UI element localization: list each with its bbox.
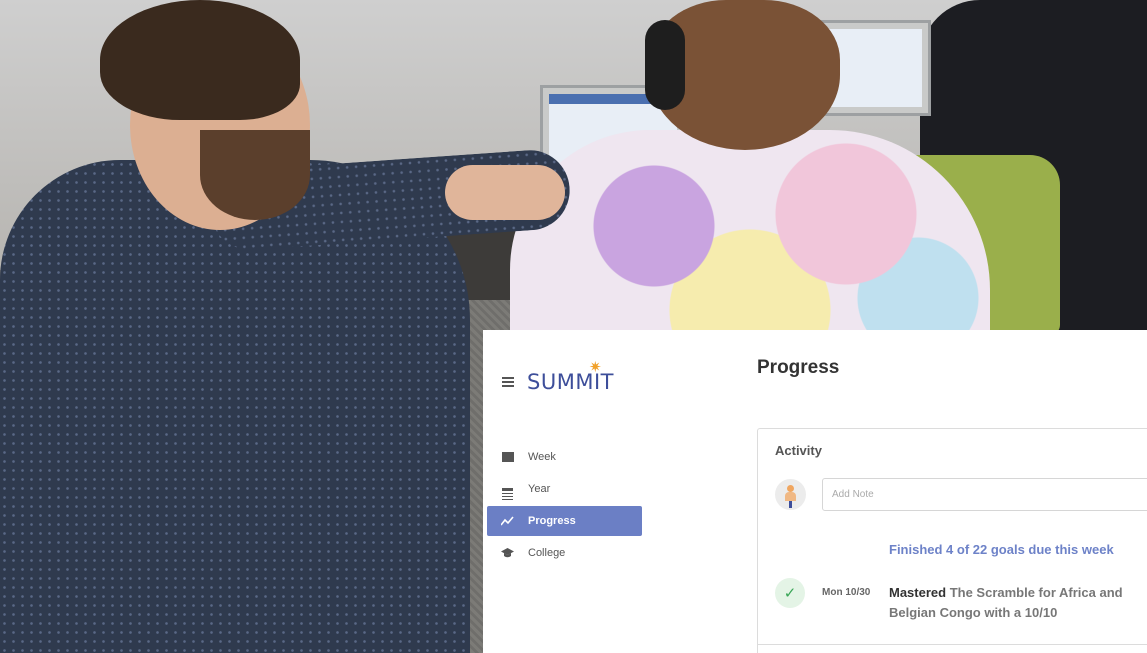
sidebar-nav: Week Year Progress College [487,442,642,570]
activity-date: Mon 10/30 [822,587,871,598]
sidebar-item-progress[interactable]: Progress [487,506,642,536]
goals-summary[interactable]: Finished 4 of 22 goals due this week [889,542,1114,557]
calendar-week-icon [501,451,514,464]
page-title: Progress [757,357,840,378]
sidebar-item-label: Year [528,483,551,495]
teacher-hair [100,0,300,120]
sidebar-item-week[interactable]: Week [487,442,642,472]
list-icon [501,483,514,501]
sidebar-item-label: Week [528,451,556,463]
teacher-beard [200,130,310,220]
teacher-hand [445,165,565,220]
sidebar-item-label: Progress [528,515,576,527]
sun-icon: ✷ [589,359,602,376]
activity-title: Activity [775,443,822,458]
activity-card: Activity Finished 4 of 22 goals due this… [757,428,1147,653]
activity-verb: Mastered [889,585,947,600]
trend-line-icon [501,515,514,528]
headphones [645,20,685,110]
summit-app-panel: SUMMIT ✷ Week Year Progress College Prog… [483,330,1147,653]
activity-text: Mastered The Scramble for Africa and Bel… [889,583,1147,623]
user-avatar [775,479,806,510]
hamburger-menu-icon[interactable] [502,377,514,387]
sidebar-item-college[interactable]: College [487,538,642,568]
checkmark-icon: ✓ [775,578,805,608]
graduation-cap-icon [501,547,514,560]
divider [758,644,1147,645]
add-note-input[interactable] [822,478,1147,511]
sidebar-item-year[interactable]: Year [487,474,642,504]
sidebar-item-label: College [528,547,566,559]
